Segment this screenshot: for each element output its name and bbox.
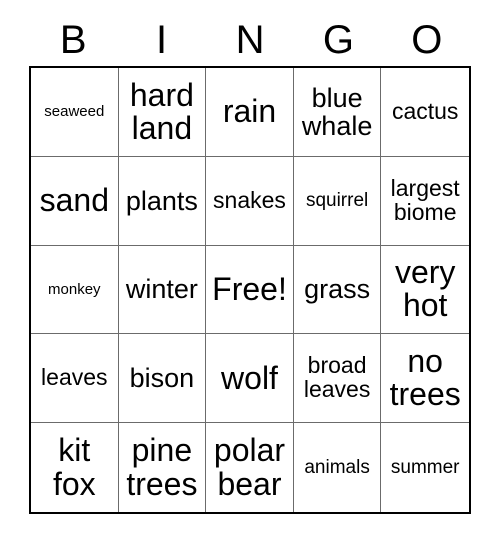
bingo-cell-label: rain [222, 93, 277, 130]
bingo-cell-label: sand [39, 182, 109, 219]
bingo-cell[interactable]: polar bear [206, 423, 294, 512]
bingo-cell[interactable]: bison [118, 334, 207, 424]
bingo-cell-label: summer [390, 456, 460, 478]
bingo-cell-label: kit fox [52, 432, 96, 502]
bingo-header-letter-i: I [156, 18, 168, 62]
bingo-cell[interactable]: grass [293, 245, 382, 335]
bingo-cell[interactable]: plants [118, 156, 207, 246]
bingo-header-row: B I N G O [29, 14, 471, 66]
bingo-cell[interactable]: monkey [31, 245, 119, 335]
bingo-cell-label: seaweed [44, 103, 105, 121]
bingo-cell[interactable]: broad leaves [293, 334, 382, 424]
bingo-header-letter-n: N [235, 18, 265, 62]
bingo-cell[interactable]: squirrel [293, 156, 382, 246]
bingo-cell-label: cactus [391, 97, 459, 124]
bingo-cell-free[interactable]: Free! [206, 245, 294, 335]
bingo-cell-label: hard land [129, 76, 194, 146]
bingo-grid: seaweed hard land rain blue whale cactus… [29, 66, 471, 514]
bingo-cell[interactable]: very hot [381, 245, 469, 335]
bingo-cell[interactable]: summer [381, 423, 469, 512]
bingo-cell[interactable]: blue whale [293, 68, 382, 157]
bingo-cell-label: animals [304, 456, 370, 478]
bingo-cell[interactable]: seaweed [31, 68, 119, 157]
bingo-cell[interactable]: pine trees [118, 423, 207, 512]
bingo-cell-label: wolf [221, 359, 278, 396]
bingo-cell[interactable]: sand [31, 156, 119, 246]
bingo-cell[interactable]: winter [118, 245, 207, 335]
bingo-cell[interactable]: rain [206, 68, 294, 157]
bingo-cell-label: largest biome [390, 174, 460, 225]
bingo-header-letter-b: B [59, 18, 87, 62]
bingo-cell-label: grass [304, 274, 371, 305]
bingo-cell-label: polar bear [213, 432, 286, 502]
bingo-cell-label: bison [129, 363, 195, 394]
bingo-cell[interactable]: largest biome [381, 156, 469, 246]
bingo-cell[interactable]: wolf [206, 334, 294, 424]
bingo-cell-label: no trees [389, 343, 461, 413]
bingo-card: B I N G O seaweed hard land rain blue wh… [0, 0, 500, 544]
bingo-cell-label: blue whale [301, 82, 373, 141]
bingo-cell[interactable]: snakes [206, 156, 294, 246]
bingo-cell-label: squirrel [305, 189, 369, 211]
bingo-cell-label: Free! [212, 270, 287, 307]
bingo-cell[interactable]: kit fox [31, 423, 119, 512]
bingo-cell-label: winter [125, 274, 198, 305]
bingo-cell[interactable]: leaves [31, 334, 119, 424]
bingo-cell-label: snakes [213, 186, 286, 213]
bingo-header-letter-o: O [411, 18, 443, 62]
bingo-cell[interactable]: no trees [381, 334, 469, 424]
bingo-header-letter-g: G [322, 18, 354, 62]
bingo-cell[interactable]: hard land [118, 68, 207, 157]
bingo-cell-label: very hot [394, 254, 456, 324]
bingo-cell-label: broad leaves [303, 352, 371, 403]
bingo-cell[interactable]: cactus [381, 68, 469, 157]
bingo-cell-label: plants [125, 185, 198, 216]
bingo-cell-label: pine trees [126, 432, 198, 502]
bingo-cell-label: monkey [48, 280, 101, 298]
bingo-cell[interactable]: animals [293, 423, 382, 512]
bingo-cell-label: leaves [41, 364, 108, 391]
